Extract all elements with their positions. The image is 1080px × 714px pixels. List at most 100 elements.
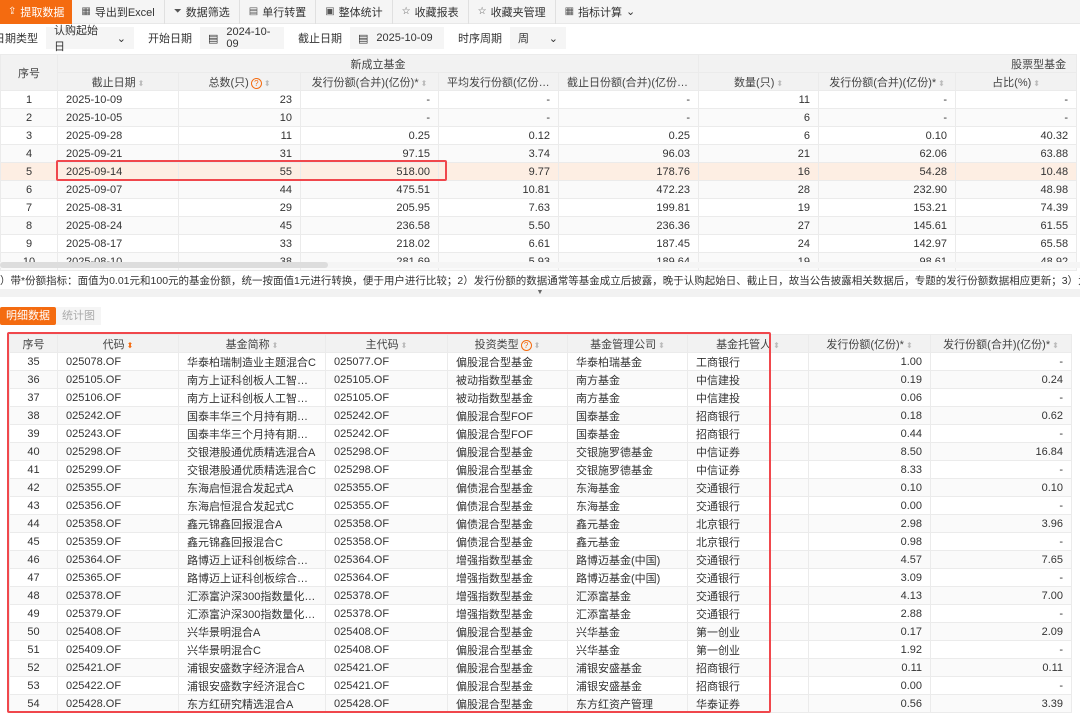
table-cell: 41: [9, 460, 58, 479]
table-row[interactable]: 6 2025-09-07 44 475.51 10.81 472.23 28 232.90 48…: [0, 180, 1078, 199]
end-date-input[interactable]: ▤ 2025-10-09: [350, 27, 444, 49]
column-header[interactable]: 占比(%) ⬍: [955, 72, 1078, 91]
column-header[interactable]: 发行份额(合并)(亿份)* ⬍: [930, 334, 1072, 353]
table-row[interactable]: 38 025242.OF 国泰丰华三个月持有期混合... 025242.OF 偏股混合型…: [9, 406, 1072, 425]
column-header[interactable]: 发行份额(合并)(亿份)* ⬍: [300, 72, 439, 91]
tab-detail-data[interactable]: 明细数据: [0, 307, 56, 325]
table-cell: 东方红研究精选混合A: [178, 694, 326, 713]
toolbar-button-6[interactable]: ☆ 收藏夹管理: [469, 0, 556, 24]
table-row[interactable]: 48 025378.OF 汇添富沪深300指数量化增... 025378.OF 增强指数…: [9, 586, 1072, 605]
table-cell: 10: [178, 108, 301, 127]
sort-icon[interactable]: ⬍: [401, 341, 408, 350]
table-cell: 9.77: [438, 162, 559, 181]
column-header[interactable]: 主代码 ⬍: [325, 334, 448, 353]
toolbar-button-4[interactable]: ▣ 整体统计: [316, 0, 393, 24]
table-cell: 40.32: [955, 126, 1078, 145]
table-row[interactable]: 8 2025-08-24 45 236.58 5.50 236.36 27 145.61 61.…: [0, 216, 1078, 235]
table-row[interactable]: 52 025421.OF 浦银安盛数字经济混合A 025421.OF 偏股混合型基金 浦银…: [9, 658, 1072, 677]
tab-chart[interactable]: 统计图: [56, 307, 101, 325]
table-row[interactable]: 3 2025-09-28 11 0.25 0.12 0.25 6 0.10 40.32: [0, 126, 1078, 145]
date-type-select[interactable]: 认购起始日 ⌄: [46, 25, 134, 53]
table-row[interactable]: 9 2025-08-17 33 218.02 6.61 187.45 24 142.97 65.…: [0, 234, 1078, 253]
table-cell: 025421.OF: [325, 658, 448, 677]
column-header[interactable]: 截止日份额(合并)(亿份)* ⬍: [557, 72, 700, 91]
table-row[interactable]: 36 025105.OF 南方上证科创板人工智能指... 025105.OF 被动指数型…: [9, 370, 1072, 389]
column-header-label: 基金托管人: [716, 338, 772, 351]
toolbar-button-1[interactable]: ▦ 导出到Excel: [72, 0, 165, 24]
table-cell: 025298.OF: [57, 442, 179, 461]
table-row[interactable]: 46 025364.OF 路博迈上证科创板综合价格... 025364.OF 增强指数型…: [9, 550, 1072, 569]
table-row[interactable]: 44 025358.OF 鑫元锦鑫回报混合A 025358.OF 偏债混合型基金 鑫元基金…: [9, 514, 1072, 533]
start-date-input[interactable]: ▤ 2024-10-09: [200, 26, 284, 50]
table-cell: 汇添富沪深300指数量化增...: [178, 604, 326, 623]
column-header[interactable]: 截止日期 ⬍: [57, 72, 179, 91]
table-row[interactable]: 5 2025-09-14 55 518.00 9.77 178.76 16 54.28 10.4…: [0, 162, 1078, 181]
table-row[interactable]: 42 025355.OF 东海启恒混合发起式A 025355.OF 偏债混合型基金 东海基…: [9, 478, 1072, 497]
column-header[interactable]: 平均发行份额(亿份)* ⬍: [438, 72, 559, 91]
sort-icon[interactable]: ⬍: [776, 79, 783, 88]
table-cell: 4.13: [808, 586, 931, 605]
table-row[interactable]: 51 025409.OF 兴华景明混合C 025408.OF 偏股混合型基金 兴华基金 第一…: [9, 640, 1072, 659]
table-row[interactable]: 7 2025-08-31 29 205.95 7.63 199.81 19 153.21 74.…: [0, 198, 1078, 217]
table-row[interactable]: 54 025428.OF 东方红研究精选混合A 025428.OF 偏股混合型基金 东方红…: [9, 694, 1072, 713]
table-row[interactable]: 40 025298.OF 交银港股通优质精选混合A 025298.OF 偏股混合型基金交…: [9, 442, 1072, 461]
sort-icon[interactable]: ⬍: [906, 341, 913, 350]
table-row[interactable]: 1 2025-10-09 23- - -11- -: [0, 90, 1078, 109]
horizontal-scrollbar[interactable]: [0, 262, 1080, 268]
expand-toggle[interactable]: ▼: [0, 289, 1080, 297]
table-cell: 025408.OF: [57, 622, 179, 641]
sort-icon[interactable]: ⬍: [1033, 79, 1040, 88]
column-header[interactable]: 代码 ⬍: [57, 334, 179, 353]
sort-icon[interactable]: ⬍: [138, 79, 145, 88]
favorite-report-icon: ☆: [401, 6, 411, 17]
table-row[interactable]: 39 025243.OF 国泰丰华三个月持有期混合... 025242.OF 偏股混合型…: [9, 424, 1072, 443]
column-header[interactable]: 基金管理公司 ⬍: [567, 334, 688, 353]
toolbar-button-label: 导出到Excel: [94, 6, 155, 19]
table-cell: 招商银行: [687, 676, 809, 695]
table-cell: 025422.OF: [57, 676, 179, 695]
table-cell: -: [300, 108, 439, 127]
table-cell: 43: [9, 496, 58, 515]
sort-icon[interactable]: ⬍: [272, 341, 279, 350]
help-icon[interactable]: ?: [520, 339, 532, 351]
help-icon[interactable]: ?: [250, 77, 262, 89]
table-cell: 025408.OF: [325, 622, 448, 641]
sort-icon[interactable]: ⬍: [658, 341, 665, 350]
table-row[interactable]: 37 025106.OF 南方上证科创板人工智能指... 025105.OF 被动指数型…: [9, 388, 1072, 407]
table-row[interactable]: 53 025422.OF 浦银安盛数字经济混合C 025421.OF 偏股混合型基金 浦银…: [9, 676, 1072, 695]
toolbar-button-7[interactable]: ▦ 指标计算 ⌄: [556, 0, 645, 24]
table-row[interactable]: 50 025408.OF 兴华景明混合A 025408.OF 偏股混合型基金 兴华基金 第一…: [9, 622, 1072, 641]
toolbar-button-5[interactable]: ☆ 收藏报表: [393, 0, 469, 24]
table-row[interactable]: 2 2025-10-05 10- - -6- -: [0, 108, 1078, 127]
column-header[interactable]: 发行份额(合并)(亿份)* ⬍: [818, 72, 957, 91]
sort-icon[interactable]: ⬍: [421, 79, 428, 88]
table-row[interactable]: 47 025365.OF 路博迈上证科创板综合价格... 025364.OF 增强指数型…: [9, 568, 1072, 587]
toolbar-button-2[interactable]: ⏷ 数据筛选: [165, 0, 240, 24]
column-header[interactable]: 总数(只)? ⬍: [178, 72, 301, 91]
table-cell: 偏股混合型基金: [447, 640, 568, 659]
sort-icon[interactable]: ⬍: [938, 79, 945, 88]
sort-icon[interactable]: ⬍: [264, 79, 271, 88]
table-cell: 54.28: [818, 162, 957, 181]
table-row[interactable]: 41 025299.OF 交银港股通优质精选混合C 025298.OF 偏股混合型基金交…: [9, 460, 1072, 479]
table-row[interactable]: 4 2025-09-21 31 97.15 3.74 96.03 21 62.06 63.88: [0, 144, 1078, 163]
scrollbar-thumb[interactable]: [0, 262, 328, 268]
sort-icon[interactable]: ⬍: [127, 341, 134, 350]
column-header[interactable]: 数量(只) ⬍: [698, 72, 820, 91]
table-row[interactable]: 49 025379.OF 汇添富沪深300指数量化增... 025378.OF 增强指数…: [9, 604, 1072, 623]
column-header[interactable]: 序号: [9, 334, 58, 353]
sort-icon[interactable]: ⬍: [534, 341, 541, 350]
column-header[interactable]: 发行份额(亿份)* ⬍: [808, 334, 931, 353]
column-header[interactable]: 基金托管人 ⬍: [687, 334, 809, 353]
table-cell: 61.55: [955, 216, 1078, 235]
toolbar-button-3[interactable]: ▤ 单行转置: [240, 0, 317, 24]
period-select[interactable]: 周 ⌄: [510, 27, 566, 49]
table-row[interactable]: 43 025356.OF 东海启恒混合发起式C 025355.OF 偏债混合型基金 东海基…: [9, 496, 1072, 515]
sort-icon[interactable]: ⬍: [773, 341, 780, 350]
column-header[interactable]: 投资类型? ⬍: [447, 334, 568, 353]
table-row[interactable]: 45 025359.OF 鑫元锦鑫回报混合C 025358.OF 偏债混合型基金 鑫元基金…: [9, 532, 1072, 551]
toolbar-button-0[interactable]: ⇪ 提取数据: [0, 0, 73, 24]
table-row[interactable]: 35 025078.OF 华泰柏瑞制造业主题混合C 025077.OF 偏股混合型基金华…: [9, 352, 1072, 371]
sort-icon[interactable]: ⬍: [1052, 341, 1059, 350]
column-header[interactable]: 基金简称 ⬍: [178, 334, 326, 353]
